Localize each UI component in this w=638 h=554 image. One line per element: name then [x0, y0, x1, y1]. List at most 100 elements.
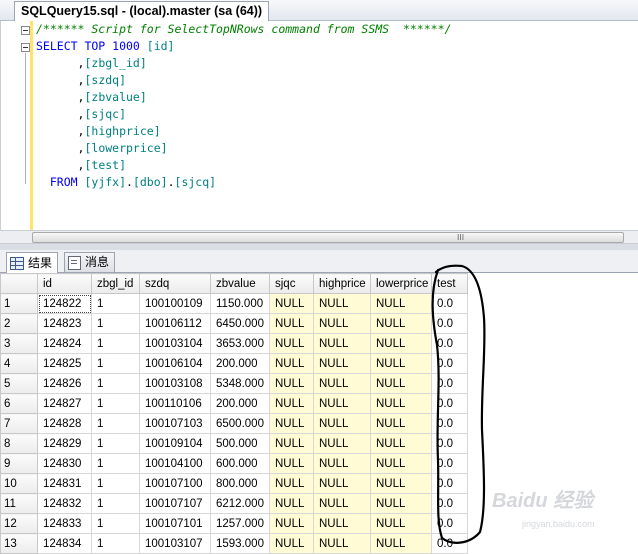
cell-zbgl_id[interactable]: 1: [91, 493, 140, 514]
column-header-zbvalue[interactable]: zbvalue: [210, 273, 270, 294]
cell-highprice[interactable]: NULL: [313, 493, 371, 514]
cell-szdq[interactable]: 100100109: [139, 293, 211, 314]
code-line[interactable]: ,[zbvalue]: [36, 89, 638, 106]
column-header-id[interactable]: id: [37, 273, 92, 294]
cell-test[interactable]: 0.0: [431, 373, 468, 394]
cell-id[interactable]: 124826: [37, 373, 92, 394]
cell-highprice[interactable]: NULL: [313, 333, 371, 354]
cell-highprice[interactable]: NULL: [313, 313, 371, 334]
cell-szdq[interactable]: 100103108: [139, 373, 211, 394]
cell-zbgl_id[interactable]: 1: [91, 473, 140, 494]
cell-highprice[interactable]: NULL: [313, 373, 371, 394]
collapse-select-icon[interactable]: [21, 43, 30, 52]
table-row[interactable]: 12 124833 1 100107101 1257.000 NULL NULL NULL 0.…: [0, 513, 468, 534]
cell-zbvalue[interactable]: 6450.000: [210, 313, 270, 334]
cell-lowerprice[interactable]: NULL: [370, 493, 432, 514]
code-line[interactable]: ,[test]: [36, 157, 638, 174]
cell-lowerprice[interactable]: NULL: [370, 433, 432, 454]
cell-zbgl_id[interactable]: 1: [91, 353, 140, 374]
cell-test[interactable]: 0.0: [431, 453, 468, 474]
cell-zbvalue[interactable]: 5348.000: [210, 373, 270, 394]
cell-sjqc[interactable]: NULL: [269, 413, 314, 434]
row-number[interactable]: 7: [0, 413, 38, 434]
table-row[interactable]: 3 124824 1 100103104 3653.000 NULL NULL NULL 0.0: [0, 333, 468, 354]
cell-zbvalue[interactable]: 6500.000: [210, 413, 270, 434]
cell-id[interactable]: 124825: [37, 353, 92, 374]
row-number[interactable]: 11: [0, 493, 38, 514]
column-header-sjqc[interactable]: sjqc: [269, 273, 314, 294]
row-number[interactable]: 8: [0, 433, 38, 454]
cell-lowerprice[interactable]: NULL: [370, 413, 432, 434]
tab-results[interactable]: 结果: [6, 252, 59, 273]
cell-zbgl_id[interactable]: 1: [91, 313, 140, 334]
cell-szdq[interactable]: 100106112: [139, 313, 211, 334]
cell-zbgl_id[interactable]: 1: [91, 453, 140, 474]
cell-test[interactable]: 0.0: [431, 333, 468, 354]
table-row[interactable]: 2 124823 1 100106112 6450.000 NULL NULL NULL 0.0: [0, 313, 468, 334]
cell-highprice[interactable]: NULL: [313, 413, 371, 434]
table-row[interactable]: 4 124825 1 100106104 200.000 NULL NULL NULL 0.0: [0, 353, 468, 374]
column-header-lowerprice[interactable]: lowerprice: [370, 273, 432, 294]
cell-zbvalue[interactable]: 200.000: [210, 353, 270, 374]
cell-id[interactable]: 124828: [37, 413, 92, 434]
cell-lowerprice[interactable]: NULL: [370, 473, 432, 494]
cell-sjqc[interactable]: NULL: [269, 293, 314, 314]
table-row[interactable]: 11 124832 1 100107107 6212.000 NULL NULL NULL 0.…: [0, 493, 468, 514]
row-number[interactable]: 9: [0, 453, 38, 474]
cell-id[interactable]: 124823: [37, 313, 92, 334]
cell-zbgl_id[interactable]: 1: [91, 333, 140, 354]
cell-lowerprice[interactable]: NULL: [370, 313, 432, 334]
cell-szdq[interactable]: 100104100: [139, 453, 211, 474]
cell-sjqc[interactable]: NULL: [269, 473, 314, 494]
scrollbar-thumb[interactable]: III: [32, 232, 624, 243]
tab-messages[interactable]: 消息: [64, 252, 116, 272]
cell-id[interactable]: 124829: [37, 433, 92, 454]
cell-highprice[interactable]: NULL: [313, 293, 371, 314]
cell-id[interactable]: 124833: [37, 513, 92, 534]
cell-szdq[interactable]: 100107103: [139, 413, 211, 434]
cell-szdq[interactable]: 100109104: [139, 433, 211, 454]
cell-sjqc[interactable]: NULL: [269, 453, 314, 474]
cell-zbvalue[interactable]: 1257.000: [210, 513, 270, 534]
row-number[interactable]: 4: [0, 353, 38, 374]
cell-test[interactable]: 0.0: [431, 413, 468, 434]
cell-highprice[interactable]: NULL: [313, 353, 371, 374]
cell-lowerprice[interactable]: NULL: [370, 373, 432, 394]
cell-test[interactable]: 0.0: [431, 393, 468, 414]
row-number[interactable]: 12: [0, 513, 38, 534]
cell-szdq[interactable]: 100107100: [139, 473, 211, 494]
cell-szdq[interactable]: 100110106: [139, 393, 211, 414]
cell-sjqc[interactable]: NULL: [269, 513, 314, 534]
row-number[interactable]: 10: [0, 473, 38, 494]
cell-lowerprice[interactable]: NULL: [370, 513, 432, 534]
column-header-zbgl_id[interactable]: zbgl_id: [91, 273, 140, 294]
cell-highprice[interactable]: NULL: [313, 513, 371, 534]
cell-zbvalue[interactable]: 600.000: [210, 453, 270, 474]
row-number[interactable]: 2: [0, 313, 38, 334]
cell-highprice[interactable]: NULL: [313, 393, 371, 414]
cell-highprice[interactable]: NULL: [313, 433, 371, 454]
cell-zbgl_id[interactable]: 1: [91, 393, 140, 414]
cell-szdq[interactable]: 100103104: [139, 333, 211, 354]
cell-zbgl_id[interactable]: 1: [91, 373, 140, 394]
column-header-highprice[interactable]: highprice: [313, 273, 371, 294]
cell-id[interactable]: 124824: [37, 333, 92, 354]
code-line[interactable]: ,[highprice]: [36, 123, 638, 140]
cell-test[interactable]: 0.0: [431, 313, 468, 334]
cell-id[interactable]: 124827: [37, 393, 92, 414]
table-row[interactable]: 6 124827 1 100110106 200.000 NULL NULL NULL 0.0: [0, 393, 468, 414]
query-editor[interactable]: /****** Script for SelectTopNRows comman…: [0, 21, 638, 230]
cell-szdq[interactable]: 100107101: [139, 513, 211, 534]
cell-test[interactable]: 0.0: [431, 493, 468, 514]
cell-lowerprice[interactable]: NULL: [370, 293, 432, 314]
column-header-szdq[interactable]: szdq: [139, 273, 211, 294]
cell-test[interactable]: 0.0: [431, 513, 468, 534]
cell-id[interactable]: 124831: [37, 473, 92, 494]
table-row[interactable]: 10 124831 1 100107100 800.000 NULL NULL NULL 0.0: [0, 473, 468, 494]
table-row[interactable]: 5 124826 1 100103108 5348.000 NULL NULL NULL 0.0: [0, 373, 468, 394]
cell-lowerprice[interactable]: NULL: [370, 453, 432, 474]
row-number[interactable]: 6: [0, 393, 38, 414]
cell-test[interactable]: 0.0: [431, 353, 468, 374]
cell-zbvalue[interactable]: 6212.000: [210, 493, 270, 514]
cell-sjqc[interactable]: NULL: [269, 313, 314, 334]
